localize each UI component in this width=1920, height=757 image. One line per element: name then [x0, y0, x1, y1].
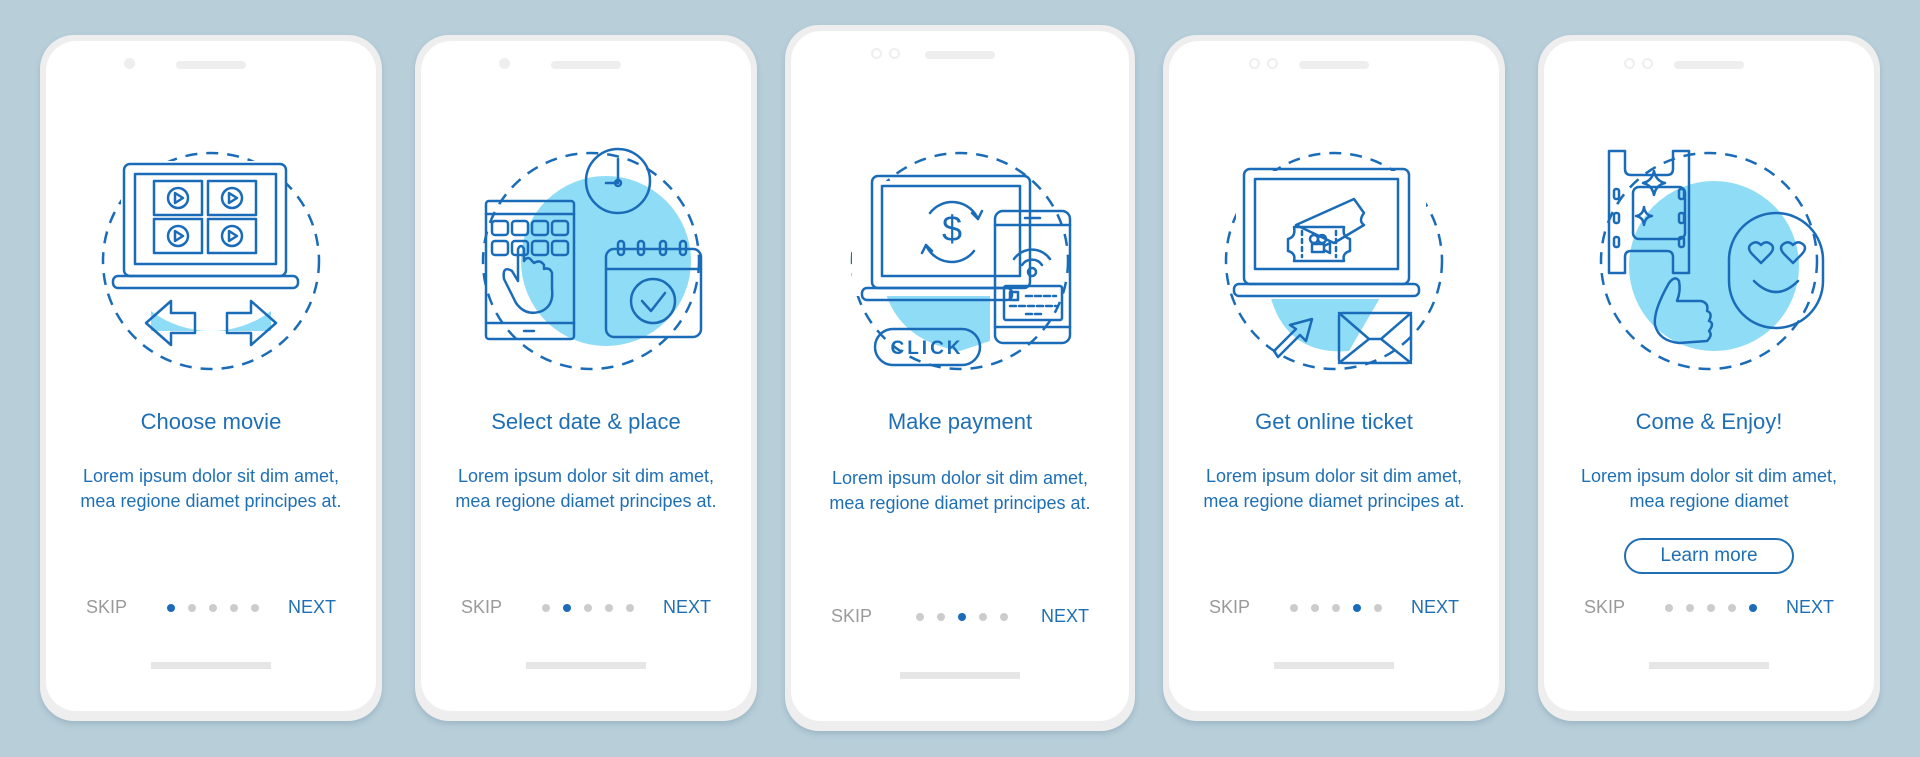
- screen-title: Come & Enjoy!: [1635, 409, 1783, 434]
- camera-dot: [1624, 58, 1635, 69]
- phone-screen: Get online ticket Lorem ipsum dolor sit …: [1169, 41, 1499, 711]
- page-dot-1[interactable]: [542, 604, 550, 612]
- page-dot-3[interactable]: [584, 604, 592, 612]
- sensor-dot: [1267, 58, 1278, 69]
- page-indicator: [1290, 604, 1390, 614]
- next-button[interactable]: NEXT: [1041, 606, 1089, 627]
- next-button[interactable]: NEXT: [663, 597, 711, 618]
- page-dot-1[interactable]: [916, 613, 924, 621]
- page-dot-3[interactable]: [209, 604, 217, 612]
- page-indicator: [167, 604, 267, 614]
- click-label: CLICK: [890, 338, 963, 359]
- page-dot-3-active[interactable]: [958, 613, 966, 621]
- skip-button[interactable]: SKIP: [831, 606, 872, 627]
- screen-description: Lorem ipsum dolor sit dim amet, mea regi…: [1580, 466, 1838, 511]
- speaker-bar: [1299, 61, 1369, 69]
- page-dot-1[interactable]: [1665, 604, 1673, 612]
- camera-dot: [499, 58, 510, 69]
- screen-description: Lorem ipsum dolor sit dim amet, mea regi…: [455, 466, 717, 511]
- onboarding-nav: SKIP NEXT: [1169, 597, 1499, 621]
- page-dot-2[interactable]: [1686, 604, 1694, 612]
- page-dot-4[interactable]: [605, 604, 613, 612]
- onboarding-nav: SKIP NEXT: [1544, 597, 1874, 621]
- speaker-bar: [925, 51, 995, 59]
- page-dot-2[interactable]: [1311, 604, 1319, 612]
- page-dot-4-active[interactable]: [1353, 604, 1361, 612]
- next-button[interactable]: NEXT: [1786, 597, 1834, 618]
- sensor-dot: [1642, 58, 1653, 69]
- page-dot-1-active[interactable]: [167, 604, 175, 612]
- phone-screen: Come & Enjoy! Lorem ipsum dolor sit dim …: [1544, 41, 1874, 711]
- page-dot-2[interactable]: [937, 613, 945, 621]
- page-dot-2-active[interactable]: [563, 604, 571, 612]
- page-dot-4[interactable]: [1728, 604, 1736, 612]
- next-button[interactable]: NEXT: [288, 597, 336, 618]
- screen-title: Choose movie: [140, 409, 282, 434]
- page-dot-5[interactable]: [251, 604, 259, 612]
- page-dot-4[interactable]: [979, 613, 987, 621]
- laptop-video-grid-arrows-icon: [101, 151, 321, 371]
- home-indicator: [151, 662, 271, 669]
- phone-screen: Select date & place Lorem ipsum dolor si…: [421, 41, 751, 711]
- onboarding-screen-get-ticket: Get online ticket Lorem ipsum dolor sit …: [1163, 35, 1505, 721]
- speaker-bar: [551, 61, 621, 69]
- page-dot-5[interactable]: [1374, 604, 1382, 612]
- home-indicator: [1274, 662, 1394, 669]
- home-indicator: [526, 662, 646, 669]
- onboarding-nav: SKIP NEXT: [421, 597, 751, 621]
- phone-screen: Choose movie Lorem ipsum dolor sit dim a…: [46, 41, 376, 711]
- camera-dot: [871, 48, 882, 59]
- screen-title: Get online ticket: [1255, 409, 1413, 434]
- laptop-payment-phone-icon: $ CLICK: [850, 151, 1072, 371]
- screen-description: Lorem ipsum dolor sit dim amet, mea regi…: [80, 466, 342, 511]
- learn-more-button[interactable]: Learn more: [1624, 538, 1794, 574]
- page-dot-3[interactable]: [1707, 604, 1715, 612]
- page-dot-5[interactable]: [1000, 613, 1008, 621]
- page-indicator: [1665, 604, 1765, 614]
- skip-button[interactable]: SKIP: [86, 597, 127, 618]
- page-dot-1[interactable]: [1290, 604, 1298, 612]
- camera-dot: [1249, 58, 1260, 69]
- skip-button[interactable]: SKIP: [1584, 597, 1625, 618]
- onboarding-nav: SKIP NEXT: [46, 597, 376, 621]
- page-dot-5[interactable]: [626, 604, 634, 612]
- page-dot-5-active[interactable]: [1749, 604, 1757, 612]
- onboarding-screen-make-payment: $ CLICK Make payment Lorem ipsum dolor s…: [785, 25, 1135, 731]
- home-indicator: [1649, 662, 1769, 669]
- speaker-bar: [1674, 61, 1744, 69]
- screen-description: Lorem ipsum dolor sit dim amet, mea regi…: [829, 468, 1091, 513]
- film-thumbsup-smiley-icon: [1599, 149, 1825, 371]
- skip-button[interactable]: SKIP: [1209, 597, 1250, 618]
- home-indicator: [900, 672, 1020, 679]
- sensor-dot: [889, 48, 900, 59]
- page-dot-3[interactable]: [1332, 604, 1340, 612]
- onboarding-screen-select-date: Select date & place Lorem ipsum dolor si…: [415, 35, 757, 721]
- camera-dot: [124, 58, 135, 69]
- page-indicator: [916, 613, 1016, 623]
- tablet-clock-calendar-icon: [481, 147, 703, 371]
- page-indicator: [542, 604, 642, 614]
- phone-screen: $ CLICK Make payment Lorem ipsum dolor s…: [791, 31, 1129, 721]
- onboarding-screen-come-enjoy: Come & Enjoy! Lorem ipsum dolor sit dim …: [1538, 35, 1880, 721]
- skip-button[interactable]: SKIP: [461, 597, 502, 618]
- onboarding-screen-choose-movie: Choose movie Lorem ipsum dolor sit dim a…: [40, 35, 382, 721]
- next-button[interactable]: NEXT: [1411, 597, 1459, 618]
- page-dot-2[interactable]: [188, 604, 196, 612]
- screen-title: Make payment: [887, 409, 1033, 434]
- laptop-ticket-envelope-icon: [1224, 151, 1444, 371]
- speaker-bar: [176, 61, 246, 69]
- onboarding-nav: SKIP NEXT: [791, 606, 1129, 630]
- page-dot-4[interactable]: [230, 604, 238, 612]
- svg-text:$: $: [942, 208, 962, 249]
- screen-title: Select date & place: [491, 409, 681, 434]
- screen-description: Lorem ipsum dolor sit dim amet, mea regi…: [1203, 466, 1465, 511]
